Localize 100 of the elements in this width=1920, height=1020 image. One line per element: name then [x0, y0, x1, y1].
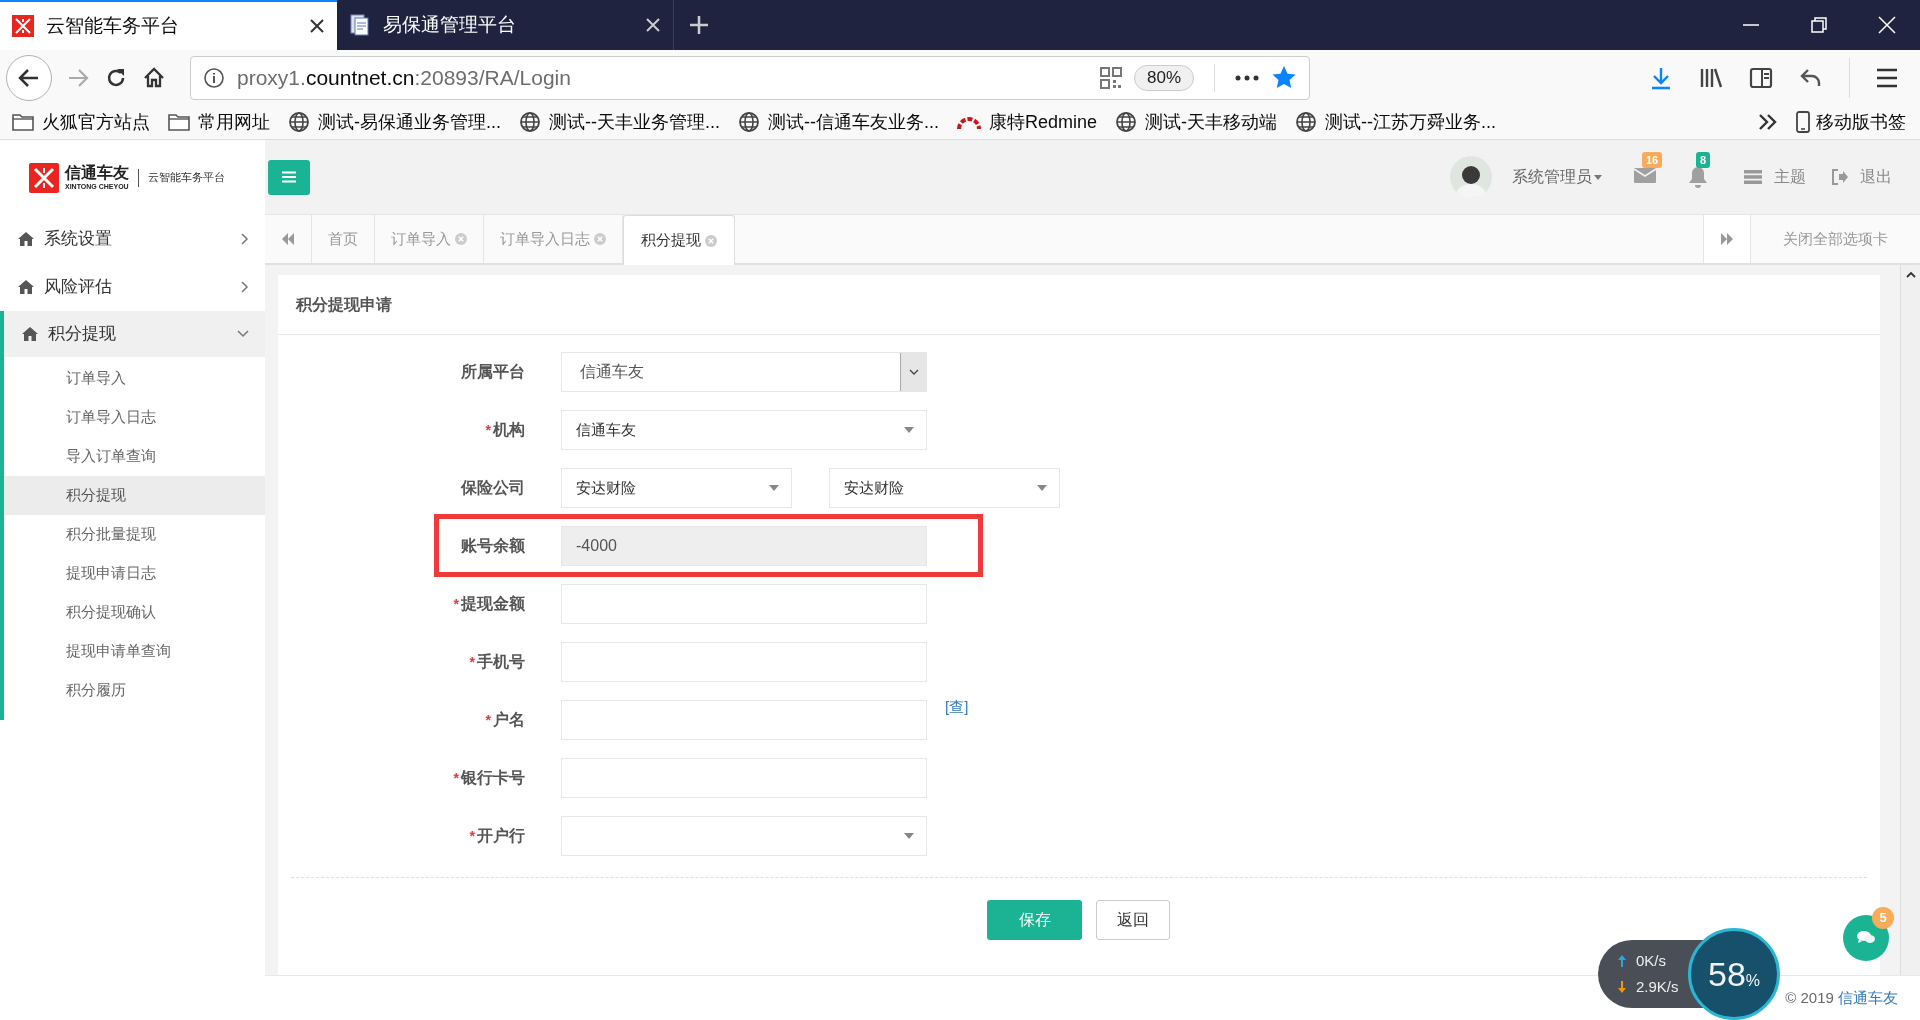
readonly-field[interactable]: -4000	[561, 526, 927, 566]
caret-icon	[1594, 174, 1602, 180]
double-chevron-right-icon	[1720, 233, 1734, 245]
globe-icon	[1295, 111, 1318, 133]
submenu-item[interactable]: 提现申请单查询	[4, 632, 265, 671]
input-field[interactable]	[561, 700, 927, 740]
home-icon	[22, 327, 38, 341]
globe-icon	[519, 111, 541, 133]
bookmark-item[interactable]: 火狐官方站点	[12, 108, 150, 136]
home-icon[interactable]	[142, 65, 166, 90]
overflow-chevrons-icon[interactable]	[1758, 113, 1778, 131]
submenu-item[interactable]: 积分提现	[4, 476, 265, 515]
close-icon[interactable]	[309, 18, 325, 34]
field-label: 保险公司	[461, 478, 525, 498]
back-button[interactable]	[6, 54, 52, 101]
bookmark-item[interactable]: 测试--江苏万舜业务...	[1295, 108, 1497, 136]
platform-name: 云智能车务平台	[148, 170, 225, 186]
bookmark-item[interactable]: 康特Redmine	[957, 108, 1098, 136]
field-label: *手机号	[469, 652, 525, 672]
folder-icon	[168, 113, 190, 131]
address-bar[interactable]: proxy1.countnet.cn:20893/RA/Login 80%	[190, 55, 1310, 100]
caret-icon	[904, 833, 914, 839]
logo-icon	[29, 162, 59, 193]
download-speed: 2.9K/s	[1636, 977, 1679, 997]
back-button[interactable]: 返回	[1096, 900, 1170, 940]
panel-title: 积分提现申请	[296, 294, 392, 315]
bookmark-star-icon[interactable]	[1271, 64, 1297, 91]
lookup-link[interactable]: [查]	[945, 696, 969, 719]
tab-title: 云智能车务平台	[46, 13, 180, 38]
bookmark-item[interactable]: 常用网址	[168, 108, 270, 136]
copyright-text: © 2019 信通车友	[1785, 987, 1898, 1008]
field-label: 账号余额	[461, 536, 525, 556]
globe-icon	[288, 111, 310, 133]
logout-icon	[1832, 169, 1848, 185]
qr-code-icon[interactable]	[1099, 66, 1122, 89]
submenu-item[interactable]: 订单导入	[4, 359, 265, 398]
zoom-level-badge[interactable]: 80%	[1133, 64, 1194, 91]
envelope-icon[interactable]	[1634, 166, 1656, 184]
submenu-item[interactable]: 导入订单查询	[4, 437, 265, 476]
document-icon	[349, 14, 371, 36]
select-field[interactable]: 安达财险	[829, 468, 1060, 508]
caret-icon	[1037, 485, 1047, 491]
select-field[interactable]: 信通车友	[561, 352, 927, 392]
scroll-right-button[interactable]	[1703, 215, 1750, 263]
sidebar-item[interactable]: 系统设置	[0, 215, 265, 263]
url-text: proxy1.countnet.cn:20893/RA/Login	[237, 64, 572, 91]
logo-icon	[12, 15, 34, 37]
field-label: *开户行	[469, 826, 525, 846]
page-tab[interactable]: 积分提现	[623, 215, 735, 265]
sidebar-item[interactable]: 积分提现	[4, 311, 265, 357]
chevron-right-icon	[241, 233, 249, 245]
menu-icon	[282, 171, 296, 183]
scroll-up-icon[interactable]	[1905, 271, 1916, 278]
select-field[interactable]: 信通车友	[561, 410, 927, 450]
bookmark-item[interactable]: 测试--天丰业务管理...	[519, 108, 720, 136]
input-field[interactable]	[561, 642, 927, 682]
restore-icon[interactable]	[1810, 16, 1828, 34]
chevron-right-icon	[241, 281, 249, 293]
select-field[interactable]	[561, 816, 927, 856]
select-field[interactable]: 安达财险	[561, 468, 792, 508]
count-badge: 8	[1696, 152, 1711, 168]
home-icon	[18, 232, 34, 246]
user-menu[interactable]: 系统管理员	[1512, 165, 1602, 189]
browser-tab[interactable]: 云智能车务平台	[0, 0, 337, 50]
folder-icon	[12, 113, 34, 131]
download-icon[interactable]	[1649, 65, 1673, 90]
bookmark-item[interactable]: 测试-天丰移动端	[1115, 108, 1278, 136]
mobile-bookmarks[interactable]: 移动版书签	[1796, 108, 1908, 136]
submenu-item[interactable]: 积分履历	[4, 671, 265, 710]
info-icon[interactable]	[203, 66, 225, 89]
menu-icon[interactable]	[1876, 67, 1898, 88]
logo-name: 信通车友	[65, 165, 129, 181]
submenu-item[interactable]: 积分批量提现	[4, 515, 265, 554]
bell-icon[interactable]	[1688, 166, 1708, 188]
field-label: *户名	[485, 710, 525, 730]
sidebar-icon[interactable]	[1749, 65, 1773, 90]
submenu-item[interactable]: 订单导入日志	[4, 398, 265, 437]
scrollbar[interactable]	[1900, 265, 1920, 975]
globe-icon	[1115, 111, 1138, 133]
sidebar-item[interactable]: 风险评估	[0, 263, 265, 311]
double-chevron-left-icon	[281, 233, 295, 245]
submenu-item[interactable]: 积分提现确认	[4, 593, 265, 632]
avatar[interactable]	[1450, 156, 1492, 198]
field-label: 所属平台	[461, 362, 525, 382]
menu-toggle-button[interactable]	[268, 159, 310, 195]
phone-icon	[1796, 111, 1810, 133]
bookmark-item[interactable]: 测试-易保通业务管理...	[288, 108, 501, 136]
input-field[interactable]	[561, 584, 927, 624]
caret-icon	[904, 427, 914, 433]
more-icon[interactable]	[1235, 73, 1259, 82]
submenu-item[interactable]: 提现申请日志	[4, 554, 265, 593]
arc-icon	[957, 114, 981, 130]
tab-title: 易保通管理平台	[383, 12, 517, 37]
chevron-down-icon	[908, 369, 919, 375]
company-link[interactable]: 信通车友	[1838, 988, 1898, 1006]
down-arrow-icon	[1618, 981, 1626, 994]
input-field[interactable]	[561, 758, 927, 798]
new-tab-icon[interactable]	[689, 15, 709, 35]
bookmark-item[interactable]: 测试--信通车友业务...	[738, 108, 939, 136]
list-icon	[1744, 170, 1762, 184]
